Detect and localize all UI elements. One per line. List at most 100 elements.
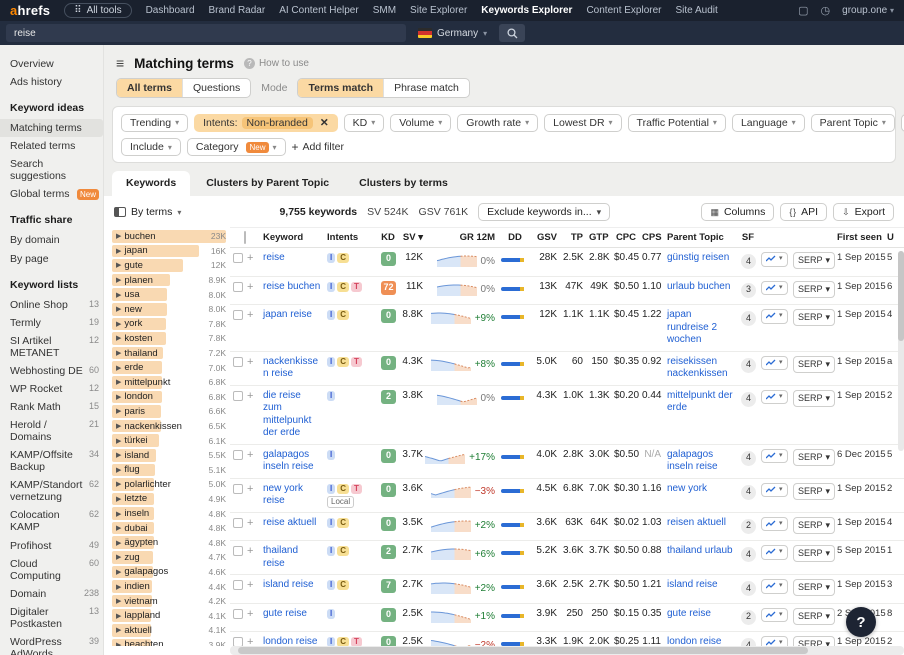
- term-filter-item[interactable]: ▶vietnam4.2K: [112, 594, 226, 609]
- parent-topic-link[interactable]: japan rundreise 2 wochen: [667, 309, 717, 345]
- parent-topic-link[interactable]: london reise: [667, 636, 721, 646]
- how-to-use-link[interactable]: ?How to use: [244, 58, 309, 69]
- term-filter-item[interactable]: ▶letzte4.9K: [112, 492, 226, 507]
- column-header-DD[interactable]: DD: [498, 228, 532, 247]
- column-header-U[interactable]: U: [884, 228, 904, 247]
- term-filter-item[interactable]: ▶new8.0K: [112, 302, 226, 317]
- country-selector[interactable]: Germany▾: [412, 28, 493, 39]
- search-submit-button[interactable]: [499, 24, 525, 42]
- column-header-SV[interactable]: SV ▾: [398, 228, 426, 247]
- keyword-link[interactable]: galapagos inseln reise: [263, 449, 314, 473]
- term-filter-item[interactable]: ▶york7.8K: [112, 317, 226, 332]
- sidebar-item-kamp-standortvernetzung[interactable]: KAMP/Standortvernetzung62: [10, 476, 103, 506]
- columns-button[interactable]: ▦Columns: [701, 203, 774, 221]
- term-filter-item[interactable]: ▶paris6.6K: [112, 404, 226, 419]
- help-fab-button[interactable]: ?: [846, 607, 876, 637]
- nav-item-dashboard[interactable]: Dashboard: [146, 5, 195, 16]
- add-to-list-icon[interactable]: +: [247, 637, 253, 646]
- serp-dropdown-button[interactable]: SERP▾: [793, 281, 835, 298]
- term-filter-item[interactable]: ▶gute12K: [112, 258, 226, 273]
- api-button[interactable]: { }API: [780, 203, 827, 221]
- add-to-list-icon[interactable]: +: [247, 357, 253, 367]
- row-checkbox[interactable]: [233, 282, 243, 292]
- add-to-list-icon[interactable]: +: [247, 391, 253, 401]
- row-checkbox[interactable]: [233, 450, 243, 460]
- term-filter-item[interactable]: ▶usa8.0K: [112, 287, 226, 302]
- vertical-scrollbar[interactable]: [898, 251, 904, 451]
- nav-item-content-explorer[interactable]: Content Explorer: [586, 5, 661, 16]
- term-filter-item[interactable]: ▶mittelpunkt6.8K: [112, 375, 226, 390]
- filter-chip-include[interactable]: Include▾: [121, 138, 181, 156]
- sidebar-item-by-page[interactable]: By page: [10, 250, 103, 268]
- position-history-button[interactable]: ▾: [761, 449, 788, 464]
- row-checkbox[interactable]: [233, 391, 243, 401]
- mode-tab-questions[interactable]: Questions: [183, 79, 250, 97]
- all-tools-button[interactable]: ⠿All tools: [64, 3, 131, 18]
- term-filter-item[interactable]: ▶london6.8K: [112, 390, 226, 405]
- row-checkbox[interactable]: [233, 484, 243, 494]
- serp-dropdown-button[interactable]: SERP▾: [793, 579, 835, 596]
- position-history-button[interactable]: ▾: [761, 517, 788, 532]
- add-to-list-icon[interactable]: +: [247, 580, 253, 590]
- parent-topic-link[interactable]: thailand urlaub: [667, 545, 733, 556]
- term-filter-item[interactable]: ▶zug4.7K: [112, 550, 226, 565]
- parent-topic-link[interactable]: günstig reisen: [667, 252, 729, 263]
- term-filter-item[interactable]: ▶dubai4.8K: [112, 521, 226, 536]
- filter-chip-language[interactable]: Language▾: [732, 114, 805, 132]
- column-header-Intents[interactable]: Intents: [324, 228, 378, 247]
- parent-topic-link[interactable]: reisekissen nackenkissen: [667, 356, 728, 380]
- position-history-button[interactable]: ▾: [761, 579, 788, 594]
- sidebar-item-wp-rocket[interactable]: WP Rocket12: [10, 380, 103, 398]
- serp-dropdown-button[interactable]: SERP▾: [793, 356, 835, 373]
- column-header-Parent Topic[interactable]: Parent Topic: [664, 228, 738, 247]
- keyword-link[interactable]: gute reise: [263, 608, 307, 619]
- position-history-button[interactable]: ▾: [761, 636, 788, 646]
- serp-dropdown-button[interactable]: SERP▾: [793, 483, 835, 500]
- usage-gauge-icon[interactable]: ◷: [821, 4, 831, 17]
- sidebar-item-search-suggestions[interactable]: Search suggestions: [10, 155, 103, 185]
- keyword-link[interactable]: reise: [263, 252, 285, 263]
- window-icon[interactable]: ▢: [798, 4, 808, 17]
- term-filter-item[interactable]: ▶aktuell4.1K: [112, 623, 226, 638]
- add-to-list-icon[interactable]: +: [247, 546, 253, 556]
- select-all-checkbox[interactable]: [230, 228, 260, 247]
- term-filter-item[interactable]: ▶kosten7.8K: [112, 331, 226, 346]
- position-history-button[interactable]: ▾: [761, 483, 788, 498]
- serp-dropdown-button[interactable]: SERP▾: [793, 309, 835, 326]
- sidebar-item-digitaler-postkasten[interactable]: Digitaler Postkasten13: [10, 603, 103, 633]
- term-filter-item[interactable]: ▶lappland4.1K: [112, 608, 226, 623]
- sidebar-item-webhosting-de[interactable]: Webhosting DE60: [10, 362, 103, 380]
- column-header-GTP[interactable]: GTP: [586, 228, 611, 247]
- sidebar-item-online-shop[interactable]: Online Shop13: [10, 296, 103, 314]
- keyword-link[interactable]: reise buchen: [263, 281, 320, 292]
- nav-item-site-audit[interactable]: Site Audit: [676, 5, 718, 16]
- sidebar-item-herold-domains[interactable]: Herold / Domains21: [10, 416, 103, 446]
- term-filter-item[interactable]: ▶flug5.1K: [112, 463, 226, 478]
- add-to-list-icon[interactable]: +: [247, 282, 253, 292]
- filter-chip-trending[interactable]: Trending▾: [121, 114, 188, 132]
- serp-dropdown-button[interactable]: SERP▾: [793, 517, 835, 534]
- column-header-actions[interactable]: [758, 234, 790, 242]
- column-header-GR 12M[interactable]: GR 12M: [426, 228, 498, 247]
- add-to-list-icon[interactable]: +: [247, 253, 253, 263]
- sidebar-item-wordpress-adwords[interactable]: WordPress AdWords39: [10, 633, 103, 655]
- sidebar-item-matching-terms[interactable]: Matching terms: [0, 119, 103, 137]
- add-to-list-icon[interactable]: +: [247, 484, 253, 494]
- serp-dropdown-button[interactable]: SERP▾: [793, 449, 835, 466]
- parent-topic-link[interactable]: island reise: [667, 579, 718, 590]
- add-filter-button[interactable]: +Add filter: [292, 140, 344, 154]
- term-filter-item[interactable]: ▶ägypten4.8K: [112, 535, 226, 550]
- sidebar-item-kamp-offsite-backup[interactable]: KAMP/Offsite Backup34: [10, 446, 103, 476]
- position-history-button[interactable]: ▾: [761, 545, 788, 560]
- row-checkbox[interactable]: [233, 310, 243, 320]
- serp-dropdown-button[interactable]: SERP▾: [793, 636, 835, 646]
- row-checkbox[interactable]: [233, 580, 243, 590]
- tab-keywords[interactable]: Keywords: [112, 171, 190, 196]
- position-history-button[interactable]: ▾: [761, 281, 788, 296]
- exclude-keywords-dropdown[interactable]: Exclude keywords in...▾: [478, 203, 610, 221]
- keyword-link[interactable]: nackenkissen reise: [263, 356, 318, 380]
- sidebar-item-cloud-computing[interactable]: Cloud Computing60: [10, 555, 103, 585]
- keyword-link[interactable]: new york reise: [263, 483, 303, 507]
- sidebar-item-by-domain[interactable]: By domain: [10, 231, 103, 249]
- term-filter-item[interactable]: ▶japan16K: [112, 244, 226, 259]
